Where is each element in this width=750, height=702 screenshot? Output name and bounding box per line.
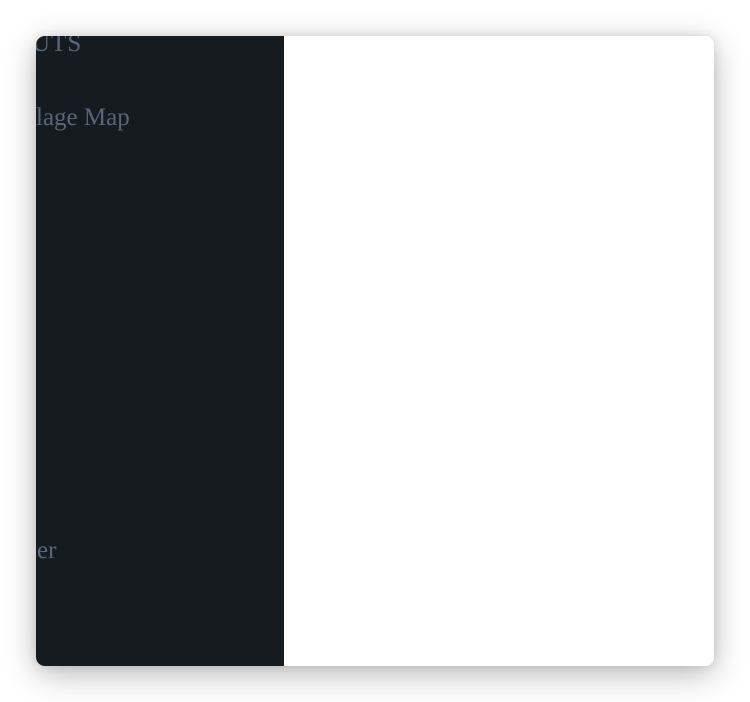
sidebar-item-village-map[interactable]: lage Map (36, 104, 130, 132)
sidebar-item-er[interactable]: er (37, 537, 56, 565)
sidebar-section-heading: UTS (36, 36, 83, 57)
sidebar: UTS lage Map er (36, 36, 284, 666)
screen: UTS lage Map er (0, 0, 750, 702)
main-content (284, 36, 714, 666)
app-window: UTS lage Map er (36, 36, 714, 666)
